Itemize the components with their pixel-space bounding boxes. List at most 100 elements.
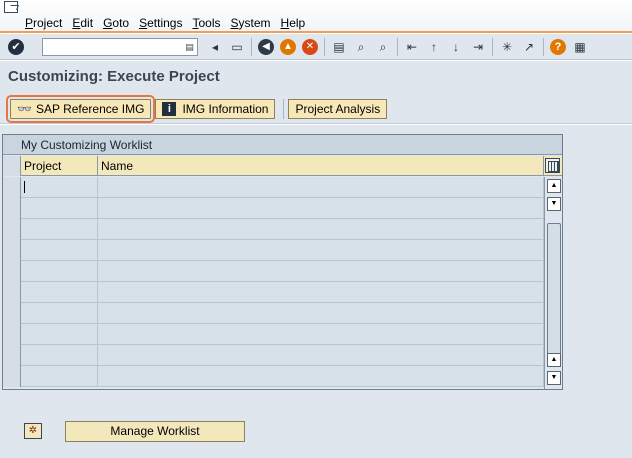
row-selector[interactable] (3, 240, 21, 261)
command-dropdown-icon[interactable]: ▤ (184, 41, 195, 53)
table-row (3, 345, 544, 366)
table-row (3, 261, 544, 282)
toolbar-separator (397, 37, 398, 56)
toolbar-separator (283, 98, 285, 119)
project-analysis-button[interactable]: Project Analysis (288, 98, 388, 119)
table-body (3, 177, 544, 388)
previous-page-icon[interactable]: ↑ (425, 38, 443, 56)
name-cell[interactable] (98, 366, 544, 386)
row-selector[interactable] (3, 177, 21, 198)
column-header-project[interactable]: Project (21, 156, 98, 176)
project-cell[interactable] (21, 198, 98, 218)
name-cell[interactable] (98, 240, 544, 260)
glasses-icon: 👓 (17, 101, 32, 116)
print-icon[interactable]: ▤ (330, 38, 348, 56)
menu-system[interactable]: System (225, 15, 275, 31)
project-analysis-label: Project Analysis (295, 101, 381, 116)
name-cell[interactable] (98, 282, 544, 302)
worklist-title: My Customizing Worklist (3, 135, 562, 155)
back-arrow-icon[interactable]: ◂ (206, 38, 224, 56)
main-area: My Customizing Worklist Project Name ▲ ▼… (0, 125, 632, 458)
row-selector[interactable] (3, 219, 21, 240)
text-cursor (24, 181, 25, 193)
exit-icon[interactable]: ▲ (279, 38, 297, 56)
name-cell[interactable] (98, 219, 544, 239)
row-selector[interactable] (3, 345, 21, 366)
layout-menu-icon[interactable]: ▦ (571, 38, 589, 56)
row-selector[interactable] (3, 324, 21, 345)
name-cell[interactable] (98, 261, 544, 281)
shortcut-icon[interactable]: ↗ (520, 38, 538, 56)
find-icon[interactable]: ⌕ (352, 38, 370, 56)
first-page-icon[interactable]: ⇤ (403, 38, 421, 56)
project-cell[interactable] (21, 366, 98, 386)
manage-worklist-button[interactable]: Manage Worklist (65, 421, 245, 442)
cancel-icon[interactable]: ✕ (301, 38, 319, 56)
row-selector[interactable] (3, 282, 21, 303)
row-selector[interactable] (3, 303, 21, 324)
vertical-scrollbar[interactable]: ▲ ▼ ▲ ▼ (544, 177, 562, 389)
save-icon[interactable]: ▭ (228, 38, 246, 56)
next-page-icon[interactable]: ↓ (447, 38, 465, 56)
customizing-worklist: My Customizing Worklist Project Name ▲ ▼… (2, 134, 563, 390)
menu-help[interactable]: Help (276, 15, 311, 31)
scrollbar-thumb[interactable] (547, 223, 561, 357)
help-icon[interactable]: ? (549, 38, 567, 56)
row-selector[interactable] (3, 261, 21, 282)
last-page-icon[interactable]: ⇥ (469, 38, 487, 56)
img-information-button[interactable]: i IMG Information (155, 98, 276, 119)
sap-reference-img-button[interactable]: 👓 SAP Reference IMG (5, 94, 156, 123)
scroll-up-icon[interactable]: ▼ (547, 197, 561, 211)
table-header: Project Name (3, 156, 562, 176)
command-field[interactable]: ▤ (42, 37, 198, 56)
menu-settings[interactable]: Settings (134, 15, 187, 31)
project-cell[interactable] (21, 282, 98, 302)
sap-reference-img-label: SAP Reference IMG (35, 101, 145, 116)
table-row (3, 282, 544, 303)
window-menu-icon[interactable] (4, 1, 18, 13)
name-cell[interactable] (98, 324, 544, 344)
project-cell[interactable] (21, 219, 98, 239)
menu-area: Project Edit Goto Settings Tools System … (0, 0, 632, 33)
img-information-label: IMG Information (182, 101, 269, 116)
project-cell[interactable] (21, 303, 98, 323)
toolbar-separator (324, 37, 325, 56)
name-cell[interactable] (98, 177, 544, 197)
find-next-icon[interactable]: ⌕ (374, 38, 392, 56)
scroll-first-icon[interactable]: ▲ (547, 179, 561, 193)
row-selector[interactable] (3, 198, 21, 219)
menu-goto[interactable]: Goto (98, 15, 134, 31)
page-title: Customizing: Execute Project (0, 61, 632, 94)
manage-worklist-icon[interactable]: ✲ (24, 423, 42, 439)
project-cell[interactable] (21, 345, 98, 365)
column-header-name[interactable]: Name (98, 156, 544, 176)
table-settings-icon[interactable] (545, 158, 560, 173)
menu-project[interactable]: Project (20, 15, 67, 31)
create-session-icon[interactable]: ✳ (498, 38, 516, 56)
table-row (3, 366, 544, 387)
command-input[interactable] (43, 38, 179, 55)
enter-icon[interactable]: ✔ (8, 38, 24, 55)
info-icon: i (162, 101, 177, 116)
table-row (3, 219, 544, 240)
name-cell[interactable] (98, 303, 544, 323)
row-selector[interactable] (3, 366, 21, 387)
select-all-cell[interactable] (3, 156, 21, 176)
toolbar-separator (492, 37, 493, 56)
back-icon[interactable]: ◀ (257, 38, 275, 56)
name-cell[interactable] (98, 345, 544, 365)
table-row (3, 198, 544, 219)
application-toolbar: 👓 SAP Reference IMG i IMG Information Pr… (0, 94, 632, 124)
menu-edit[interactable]: Edit (67, 15, 98, 31)
project-cell[interactable] (21, 177, 98, 197)
menu-tools[interactable]: Tools (187, 15, 225, 31)
scroll-down-icon[interactable]: ▲ (547, 353, 561, 367)
project-cell[interactable] (21, 261, 98, 281)
scroll-last-icon[interactable]: ▼ (547, 371, 561, 385)
name-cell[interactable] (98, 198, 544, 218)
project-cell[interactable] (21, 324, 98, 344)
menu-bar: Project Edit Goto Settings Tools System … (20, 15, 310, 31)
project-cell[interactable] (21, 240, 98, 260)
table-row (3, 177, 544, 198)
toolbar-separator (251, 37, 252, 56)
